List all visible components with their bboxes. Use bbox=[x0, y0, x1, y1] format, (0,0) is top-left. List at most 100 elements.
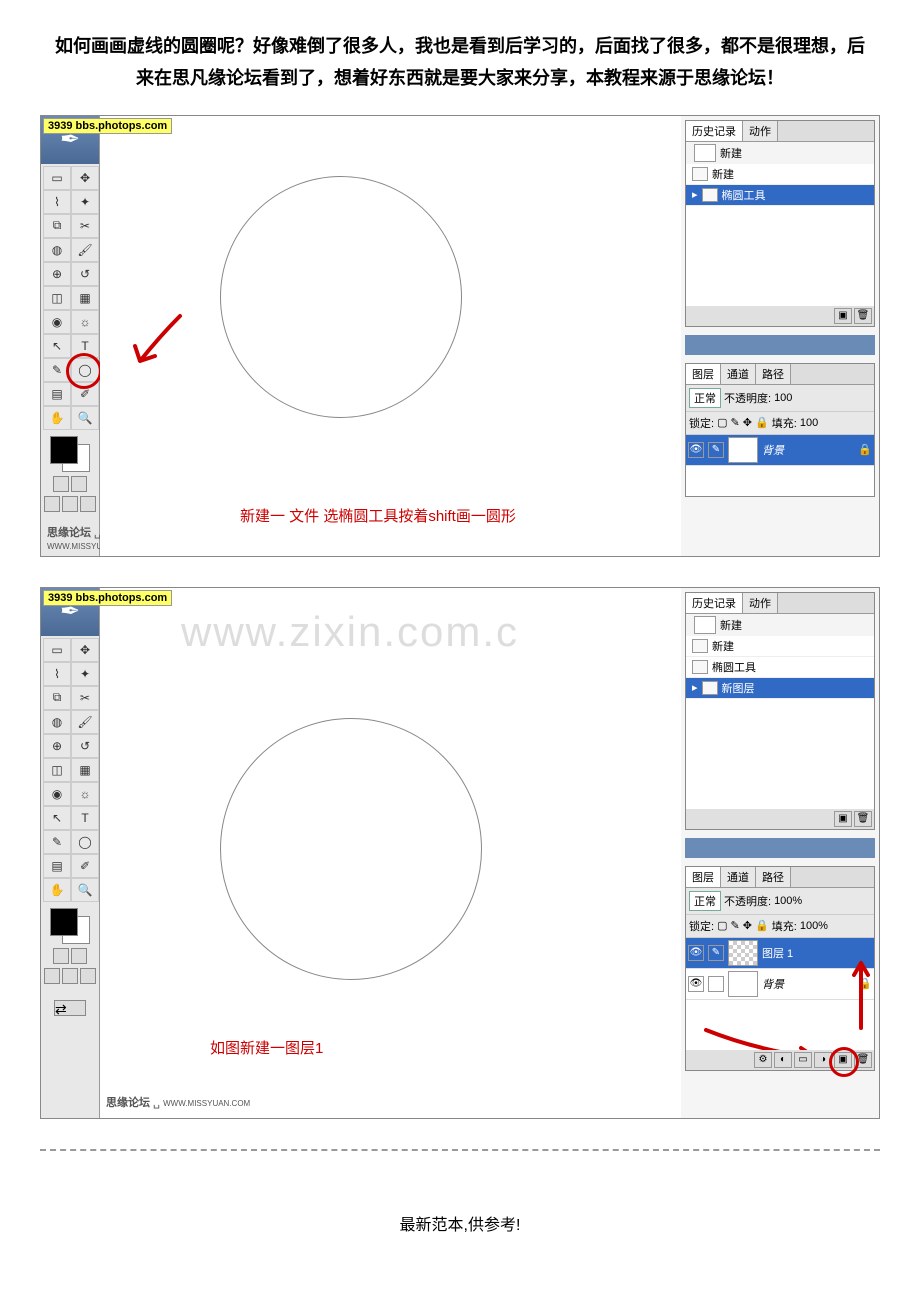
crop-tool-icon[interactable]: ⧉ bbox=[43, 686, 71, 710]
color-swatch[interactable] bbox=[50, 908, 90, 944]
blend-mode-select[interactable]: 正常 bbox=[689, 891, 721, 911]
eye-icon[interactable]: 👁 bbox=[688, 945, 704, 961]
layers-tab[interactable]: 图层 bbox=[686, 364, 721, 384]
history-brush-icon[interactable]: ↺ bbox=[71, 734, 99, 758]
paths-tab[interactable]: 路径 bbox=[756, 867, 791, 887]
move-tool-icon[interactable]: ✥ bbox=[71, 638, 99, 662]
notes-tool-icon[interactable]: ▤ bbox=[43, 854, 71, 878]
history-item-selected[interactable]: ▸新图层 bbox=[686, 678, 874, 699]
history-brush-icon[interactable]: ↺ bbox=[71, 262, 99, 286]
wand-tool-icon[interactable]: ✦ bbox=[71, 190, 99, 214]
trash-icon[interactable]: 🗑 bbox=[854, 308, 872, 324]
brush-tool-icon[interactable]: 🖌 bbox=[71, 238, 99, 262]
folder-icon[interactable]: ▭ bbox=[794, 1052, 812, 1068]
fx-icon[interactable]: ⚙ bbox=[754, 1052, 772, 1068]
new-snapshot-icon[interactable]: ▣ bbox=[834, 811, 852, 827]
layers-tab[interactable]: 图层 bbox=[686, 867, 721, 887]
dodge-tool-icon[interactable]: ☼ bbox=[71, 310, 99, 334]
screen-mode-1-icon[interactable] bbox=[44, 496, 60, 512]
stamp-tool-icon[interactable]: ⊕ bbox=[43, 734, 71, 758]
stamp-tool-icon[interactable]: ⊕ bbox=[43, 262, 71, 286]
red-arrow-icon bbox=[120, 306, 200, 386]
zoom-tool-icon[interactable]: 🔍 bbox=[71, 878, 99, 902]
fg-color[interactable] bbox=[50, 436, 78, 464]
history-panel: 历史记录 动作 新建 新建 椭圆工具 ▸新图层 ▣🗑 bbox=[685, 592, 875, 830]
path-select-icon[interactable]: ↖ bbox=[43, 334, 71, 358]
quickmask-mode-icon[interactable] bbox=[71, 476, 87, 492]
jump-to-icon[interactable]: ⇄ bbox=[54, 1000, 86, 1016]
lasso-tool-icon[interactable]: ⌇ bbox=[43, 662, 71, 686]
slice-tool-icon[interactable]: ✂ bbox=[71, 214, 99, 238]
red-arrow-to-layer-icon bbox=[846, 943, 876, 1033]
new-snapshot-icon[interactable]: ▣ bbox=[834, 308, 852, 324]
brush-link-icon[interactable]: ✎ bbox=[708, 442, 724, 458]
annotation-2: 如图新建一图层1 bbox=[210, 1037, 323, 1058]
new-layer-icon[interactable]: ▣ bbox=[834, 1052, 852, 1068]
actions-tab[interactable]: 动作 bbox=[743, 593, 778, 613]
eraser-tool-icon[interactable]: ◫ bbox=[43, 758, 71, 782]
history-tab[interactable]: 历史记录 bbox=[686, 121, 743, 141]
channels-tab[interactable]: 通道 bbox=[721, 867, 756, 887]
move-tool-icon[interactable]: ✥ bbox=[71, 166, 99, 190]
screen-mode-2-icon[interactable] bbox=[62, 496, 78, 512]
eraser-tool-icon[interactable]: ◫ bbox=[43, 286, 71, 310]
layer-background[interactable]: 👁 ✎ 背景 🔒 bbox=[686, 435, 874, 466]
panel-spacer bbox=[685, 838, 875, 858]
gradient-tool-icon[interactable]: ▦ bbox=[71, 758, 99, 782]
shape-tool-icon[interactable]: ◯ bbox=[71, 358, 99, 382]
layers-panel: 图层 通道 路径 正常 不透明度: 100% 锁定: ▢ ✎ ✥ 🔒 填充: 1… bbox=[685, 866, 875, 1071]
eye-icon[interactable]: 👁 bbox=[688, 442, 704, 458]
hand-tool-icon[interactable]: ✋ bbox=[43, 406, 71, 430]
history-item[interactable]: 新建 bbox=[686, 164, 874, 185]
blur-tool-icon[interactable]: ◉ bbox=[43, 310, 71, 334]
pen-tool-icon[interactable]: ✎ bbox=[43, 830, 71, 854]
heal-tool-icon[interactable]: ◍ bbox=[43, 710, 71, 734]
eye-icon[interactable]: 👁 bbox=[688, 976, 704, 992]
layers-panel: 图层 通道 路径 正常 不透明度: 100 锁定: ▢ ✎ ✥ 🔒 填充: 10… bbox=[685, 363, 875, 497]
color-swatch[interactable] bbox=[50, 436, 90, 472]
history-item[interactable]: 椭圆工具 bbox=[686, 657, 874, 678]
watermark-tag: 3939 bbs.photops.com bbox=[43, 118, 172, 134]
marquee-tool-icon[interactable]: ▭ bbox=[43, 166, 71, 190]
wand-tool-icon[interactable]: ✦ bbox=[71, 662, 99, 686]
mask-icon[interactable]: ◐ bbox=[774, 1052, 792, 1068]
toolbox: ✒ ▭ ✥ ⌇ ✦ ⧉ ✂ ◍ 🖌 ⊕ ↺ ◫ ▦ ◉ ☼ ↖ T ✎ ◯ bbox=[41, 116, 100, 556]
blur-tool-icon[interactable]: ◉ bbox=[43, 782, 71, 806]
notes-tool-icon[interactable]: ▤ bbox=[43, 382, 71, 406]
shape-tool-icon[interactable]: ◯ bbox=[71, 830, 99, 854]
actions-tab[interactable]: 动作 bbox=[743, 121, 778, 141]
history-item-selected[interactable]: ▸椭圆工具 bbox=[686, 185, 874, 206]
lasso-tool-icon[interactable]: ⌇ bbox=[43, 190, 71, 214]
zoom-tool-icon[interactable]: 🔍 bbox=[71, 406, 99, 430]
gradient-tool-icon[interactable]: ▦ bbox=[71, 286, 99, 310]
toolbox: ✒ ▭ ✥ ⌇ ✦ ⧉ ✂ ◍ 🖌 ⊕ ↺ ◫ ▦ ◉ ☼ ↖ T ✎ ◯ ▤ bbox=[41, 588, 100, 1118]
blend-mode-select[interactable]: 正常 bbox=[689, 388, 721, 408]
lock-icons[interactable]: ▢ ✎ ✥ 🔒 bbox=[717, 416, 769, 429]
crop-tool-icon[interactable]: ⧉ bbox=[43, 214, 71, 238]
dodge-tool-icon[interactable]: ☼ bbox=[71, 782, 99, 806]
lock-icons[interactable]: ▢ ✎ ✥ 🔒 bbox=[717, 919, 769, 932]
panel-spacer bbox=[685, 335, 875, 355]
channels-tab[interactable]: 通道 bbox=[721, 364, 756, 384]
history-doc[interactable]: 新建 bbox=[686, 142, 874, 164]
screenshot-2: 3939 bbs.photops.com www.zixin.com.c ✒ ▭… bbox=[40, 587, 880, 1119]
brush-link-icon[interactable]: ✎ bbox=[708, 945, 724, 961]
screen-mode-3-icon[interactable] bbox=[80, 496, 96, 512]
text-tool-icon[interactable]: T bbox=[71, 806, 99, 830]
standard-mode-icon[interactable] bbox=[53, 476, 69, 492]
slice-tool-icon[interactable]: ✂ bbox=[71, 686, 99, 710]
paths-tab[interactable]: 路径 bbox=[756, 364, 791, 384]
marquee-tool-icon[interactable]: ▭ bbox=[43, 638, 71, 662]
watermark-tag: 3939 bbs.photops.com bbox=[43, 590, 172, 606]
heal-tool-icon[interactable]: ◍ bbox=[43, 238, 71, 262]
history-doc[interactable]: 新建 bbox=[686, 614, 874, 636]
screenshot-1: 3939 bbs.photops.com ✒ ▭ ✥ ⌇ ✦ ⧉ ✂ ◍ 🖌 ⊕… bbox=[40, 115, 880, 557]
brush-tool-icon[interactable]: 🖌 bbox=[71, 710, 99, 734]
fg-color[interactable] bbox=[50, 908, 78, 936]
eyedropper-icon[interactable]: ✐ bbox=[71, 854, 99, 878]
history-tab[interactable]: 历史记录 bbox=[686, 593, 743, 613]
hand-tool-icon[interactable]: ✋ bbox=[43, 878, 71, 902]
path-select-icon[interactable]: ↖ bbox=[43, 806, 71, 830]
history-item[interactable]: 新建 bbox=[686, 636, 874, 657]
trash-icon[interactable]: 🗑 bbox=[854, 811, 872, 827]
